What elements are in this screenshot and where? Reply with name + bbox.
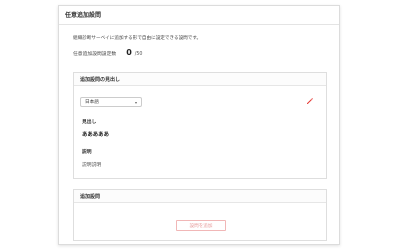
add-question-card-title: 追加設問: [74, 190, 326, 203]
heading-value: あああああ: [82, 132, 109, 138]
count-value: 0: [126, 48, 132, 57]
add-question-card: 追加設問 設問を追加: [73, 189, 327, 241]
heading-label: 見出し: [82, 120, 97, 125]
panel-title: 任意追加設問: [59, 6, 339, 25]
optional-questions-panel: 任意追加設問 組織診断サーベイに追加する形で自由に設定できる設問です。 任意追加…: [58, 5, 340, 245]
description-value: 説明説明: [82, 163, 102, 168]
pencil-icon[interactable]: [306, 97, 314, 105]
add-question-button[interactable]: 設問を追加: [176, 220, 226, 231]
question-count-row: 任意追加設問設定数 0 /50: [73, 48, 143, 57]
question-heading-card: 追加設問の見出し 日本語 ▾ 見出し あああああ 説明 説明説明: [73, 72, 327, 179]
count-max: /50: [134, 52, 143, 57]
count-label: 任意追加設問設定数: [73, 52, 117, 57]
panel-description: 組織診断サーベイに追加する形で自由に設定できる設問です。: [73, 36, 202, 41]
chevron-down-icon: ▾: [134, 99, 137, 105]
description-label: 説明: [82, 150, 92, 155]
question-heading-card-title: 追加設問の見出し: [74, 73, 326, 86]
language-select[interactable]: 日本語 ▾: [80, 97, 142, 107]
language-select-value: 日本語: [85, 100, 99, 105]
